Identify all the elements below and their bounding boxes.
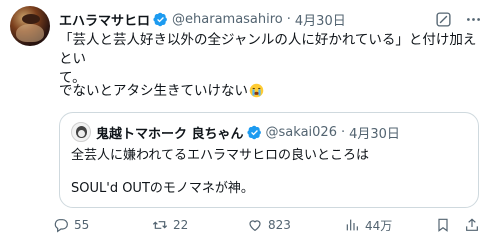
action-bar: 55 22 823 44万 (53, 214, 483, 236)
post-text-paragraph-1: 「芸人と芸人好き以外の全ジャンルの人に好かれている」と付け加えとい て。 (59, 31, 481, 88)
quoted-author-avatar (71, 122, 91, 142)
like-button[interactable]: 823 (247, 217, 291, 233)
quoted-avatar-face (78, 130, 85, 137)
verified-badge-icon[interactable] (153, 12, 168, 27)
author-handle[interactable]: @eharamasahiro (172, 12, 283, 27)
views-button[interactable]: 44万 (344, 217, 392, 234)
avatar-face (16, 24, 44, 42)
reply-count: 55 (74, 218, 90, 232)
verified-badge-icon (246, 125, 262, 140)
post-header: エハラマサヒロ @eharamasahiro · 4月30日 (59, 9, 483, 29)
bookmark-icon (438, 218, 448, 232)
repost-button[interactable]: 22 (152, 217, 188, 233)
quoted-post[interactable]: 鬼越トマホーク 良ちゃん @sakai026 · 4月30日 全芸人に嫌われてる… (59, 112, 479, 208)
quoted-author-name: 鬼越トマホーク 良ちゃん (96, 126, 244, 142)
quoted-post-header: 鬼越トマホーク 良ちゃん @sakai026 · 4月30日 (96, 122, 400, 142)
like-count: 823 (268, 218, 291, 232)
post-text-paragraph-2: でないとアタシ生きていけない (59, 82, 481, 101)
more-icon[interactable] (463, 9, 483, 29)
separator-dot: · (286, 11, 291, 27)
post-text-line: 「芸人と芸人好き以外の全ジャンルの人に好かれている」と付け加えとい (59, 32, 477, 67)
reply-icon (54, 219, 68, 233)
bookmark-button[interactable] (435, 217, 451, 233)
post[interactable]: エハラマサヒロ @eharamasahiro · 4月30日 「芸人と芸人好き以… (0, 0, 493, 241)
repost-icon (152, 221, 168, 229)
views-icon (346, 219, 358, 231)
header-actions (433, 9, 483, 29)
share-icon (466, 218, 478, 231)
loudly-crying-face-emoji (249, 83, 264, 98)
views-count: 44万 (365, 218, 393, 233)
share-button[interactable] (464, 217, 480, 233)
grok-icon[interactable] (433, 9, 453, 29)
post-date[interactable]: 4月30日 (295, 10, 346, 29)
avatar-hair (22, 14, 40, 24)
quoted-post-date: 4月30日 (349, 126, 400, 142)
quoted-text-line-1: 全芸人に嫌われてるエハラマサヒロの良いところは (71, 148, 369, 163)
quoted-author-handle: @sakai026 (265, 124, 337, 140)
reply-button[interactable]: 55 (53, 217, 89, 233)
repost-count: 22 (173, 218, 189, 232)
author-name[interactable]: エハラマサヒロ (59, 10, 150, 29)
quoted-text-line-2: SOUL'd OUTのモノマネが神。 (71, 181, 254, 196)
author-avatar[interactable] (10, 6, 50, 46)
heart-icon (249, 220, 261, 232)
post-text-line: でないとアタシ生きていけない (59, 83, 248, 99)
separator-dot: · (340, 124, 346, 140)
